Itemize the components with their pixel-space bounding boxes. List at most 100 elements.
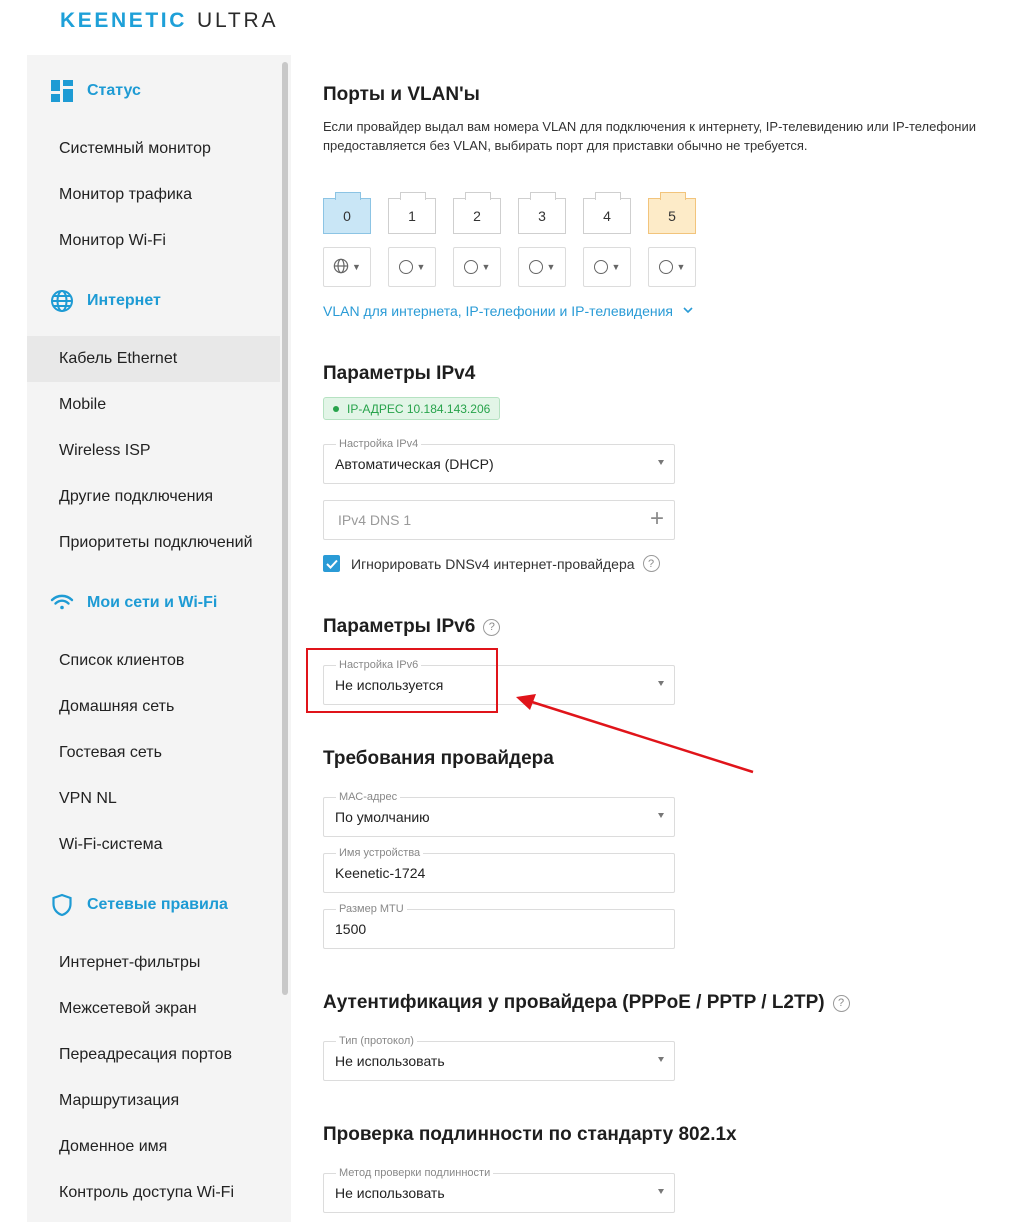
caret-down-icon <box>658 813 664 818</box>
sidebar-item-mobile[interactable]: Mobile <box>27 382 280 428</box>
chevron-down-icon: ▼ <box>676 262 686 272</box>
sidebar-section-label: Интернет <box>87 292 161 309</box>
port-2[interactable]: 2 <box>453 192 501 234</box>
chevron-down-icon: ▼ <box>352 262 361 272</box>
auth-title-text: Аутентификация у провайдера (PPPoE / PPT… <box>323 992 825 1013</box>
circle-icon <box>398 260 413 274</box>
sidebar-item-wifi-access-control[interactable]: Контроль доступа Wi-Fi <box>27 1170 280 1216</box>
ignore-dns-checkbox[interactable] <box>323 555 340 572</box>
auth-type-select[interactable]: Тип (протокол) Не использовать <box>323 1035 675 1081</box>
caret-down-icon <box>658 460 664 465</box>
mtu-input[interactable]: Размер MTU 1500 <box>323 903 675 949</box>
sidebar: Статус Системный монитор Монитор трафика… <box>27 55 291 1222</box>
sidebar-item-firewall[interactable]: Межсетевой экран <box>27 986 280 1032</box>
globe-icon <box>49 288 75 314</box>
circle-icon <box>658 260 673 274</box>
ip-address-badge: IP-АДРЕС 10.184.143.206 <box>323 397 501 420</box>
sidebar-item-ethernet-cable[interactable]: Кабель Ethernet <box>27 336 280 382</box>
auth-section-title: Аутентификация у провайдера (PPPoE / PPT… <box>323 992 850 1014</box>
port-3[interactable]: 3 <box>518 192 566 234</box>
sidebar-section-internet[interactable]: Интернет <box>49 287 161 315</box>
device-name-input[interactable]: Имя устройства Keenetic-1724 <box>323 847 675 893</box>
port-3-mode-select[interactable]: ▼ <box>518 247 566 287</box>
port-5[interactable]: 5 <box>648 192 696 234</box>
ipv4-section-title: Параметры IPv4 <box>323 363 476 384</box>
highlight-box <box>306 648 498 713</box>
port-2-mode-select[interactable]: ▼ <box>453 247 501 287</box>
sidebar-item-other-connections[interactable]: Другие подключения <box>27 474 280 520</box>
chevron-down-icon <box>683 305 693 317</box>
ip-address-text: IP-АДРЕС 10.184.143.206 <box>347 401 491 416</box>
sidebar-item-domain-name[interactable]: Доменное имя <box>27 1124 280 1170</box>
device-name-value: Keenetic-1724 <box>335 865 426 881</box>
help-icon[interactable]: ? <box>483 618 501 636</box>
sidebar-section-status[interactable]: Статус <box>49 77 141 105</box>
sidebar-item-guest-network[interactable]: Гостевая сеть <box>27 730 280 776</box>
sidebar-scrollbar[interactable] <box>282 62 288 995</box>
auth-type-value: Не использовать <box>335 1053 445 1069</box>
sidebar-item-wireless-isp[interactable]: Wireless ISP <box>27 428 280 474</box>
shield-icon <box>49 892 75 918</box>
sidebar-section-label: Статус <box>87 82 141 99</box>
dot1x-method-label: Метод проверки подлинности <box>336 1167 494 1179</box>
plus-icon[interactable]: + <box>650 507 664 531</box>
help-icon[interactable]: ? <box>642 555 660 572</box>
status-dot-icon <box>333 405 339 412</box>
ipv4-setting-label: Настройка IPv4 <box>336 438 422 450</box>
chevron-down-icon: ▼ <box>481 262 491 272</box>
port-1-mode-select[interactable]: ▼ <box>388 247 436 287</box>
port-0-mode-select[interactable]: ▼ <box>323 247 371 287</box>
brand-logo: KEENETIC ULTRA <box>60 9 278 33</box>
sidebar-item-vpn-nl[interactable]: VPN NL <box>27 776 280 822</box>
port-1[interactable]: 1 <box>388 192 436 234</box>
ipv6-section-title: Параметры IPv6 ? <box>323 616 501 638</box>
circle-icon <box>463 260 478 274</box>
help-icon[interactable]: ? <box>832 994 850 1012</box>
sidebar-item-wifi-monitor[interactable]: Монитор Wi-Fi <box>27 218 280 264</box>
ipv4-setting-select[interactable]: Настройка IPv4 Автоматическая (DHCP) <box>323 438 675 484</box>
caret-down-icon <box>658 1189 664 1194</box>
mtu-label: Размер MTU <box>336 903 407 915</box>
vlan-settings-link[interactable]: VLAN для интернета, IP-телефонии и IP-те… <box>323 303 693 319</box>
caret-down-icon <box>658 681 664 686</box>
mtu-value: 1500 <box>335 921 367 937</box>
mac-address-label: МАС-адрес <box>336 791 401 803</box>
port-4-mode-select[interactable]: ▼ <box>583 247 631 287</box>
sidebar-section-networks-wifi[interactable]: Мои сети и Wi-Fi <box>49 589 217 617</box>
sidebar-item-connection-priorities[interactable]: Приоритеты подключений <box>27 520 280 566</box>
sidebar-item-system-monitor[interactable]: Системный монитор <box>27 126 280 172</box>
dot1x-method-value: Не использовать <box>335 1185 445 1201</box>
ipv4-setting-value: Автоматическая (DHCP) <box>335 456 494 472</box>
ignore-dns-label: Игнорировать DNSv4 интернет-провайдера <box>351 555 635 572</box>
ignore-dns-row: Игнорировать DNSv4 интернет-провайдера ? <box>323 555 660 572</box>
chevron-down-icon: ▼ <box>611 262 621 272</box>
port-5-mode-select[interactable]: ▼ <box>648 247 696 287</box>
sidebar-item-wifi-system[interactable]: Wi-Fi-система <box>27 822 280 868</box>
sidebar-item-internet-filters[interactable]: Интернет-фильтры <box>27 940 280 986</box>
annotation-arrow <box>516 694 754 774</box>
auth-type-label: Тип (протокол) <box>336 1035 417 1047</box>
sidebar-section-label: Сетевые правила <box>87 896 228 913</box>
description-line-1: Если провайдер выдал вам номера VLAN для… <box>323 119 976 134</box>
ipv4-dns-input[interactable]: IPv4 DNS 1 + <box>323 500 675 540</box>
brand-name: KEENETIC <box>60 9 187 32</box>
sidebar-item-client-list[interactable]: Список клиентов <box>27 638 280 684</box>
mac-address-select[interactable]: МАС-адрес По умолчанию <box>323 791 675 837</box>
ipv6-title-text: Параметры IPv6 <box>323 616 476 637</box>
ports-section-title: Порты и VLAN'ы <box>323 84 480 105</box>
main-content: Порты и VLAN'ы Если провайдер выдал вам … <box>323 55 1023 1222</box>
sidebar-item-port-forwarding[interactable]: Переадресация портов <box>27 1032 280 1078</box>
port-0[interactable]: 0 <box>323 192 371 234</box>
device-name-label: Имя устройства <box>336 847 424 859</box>
sidebar-item-traffic-monitor[interactable]: Монитор трафика <box>27 172 280 218</box>
globe-icon <box>333 258 349 276</box>
mac-address-value: По умолчанию <box>335 809 430 825</box>
chevron-down-icon: ▼ <box>416 262 426 272</box>
port-4[interactable]: 4 <box>583 192 631 234</box>
sidebar-section-network-rules[interactable]: Сетевые правила <box>49 891 228 919</box>
chevron-down-icon: ▼ <box>546 262 556 272</box>
sidebar-item-home-network[interactable]: Домашняя сеть <box>27 684 280 730</box>
sidebar-item-routing[interactable]: Маршрутизация <box>27 1078 280 1124</box>
dot1x-section-title: Проверка подлинности по стандарту 802.1x <box>323 1124 737 1145</box>
dot1x-method-select[interactable]: Метод проверки подлинности Не использова… <box>323 1167 675 1213</box>
